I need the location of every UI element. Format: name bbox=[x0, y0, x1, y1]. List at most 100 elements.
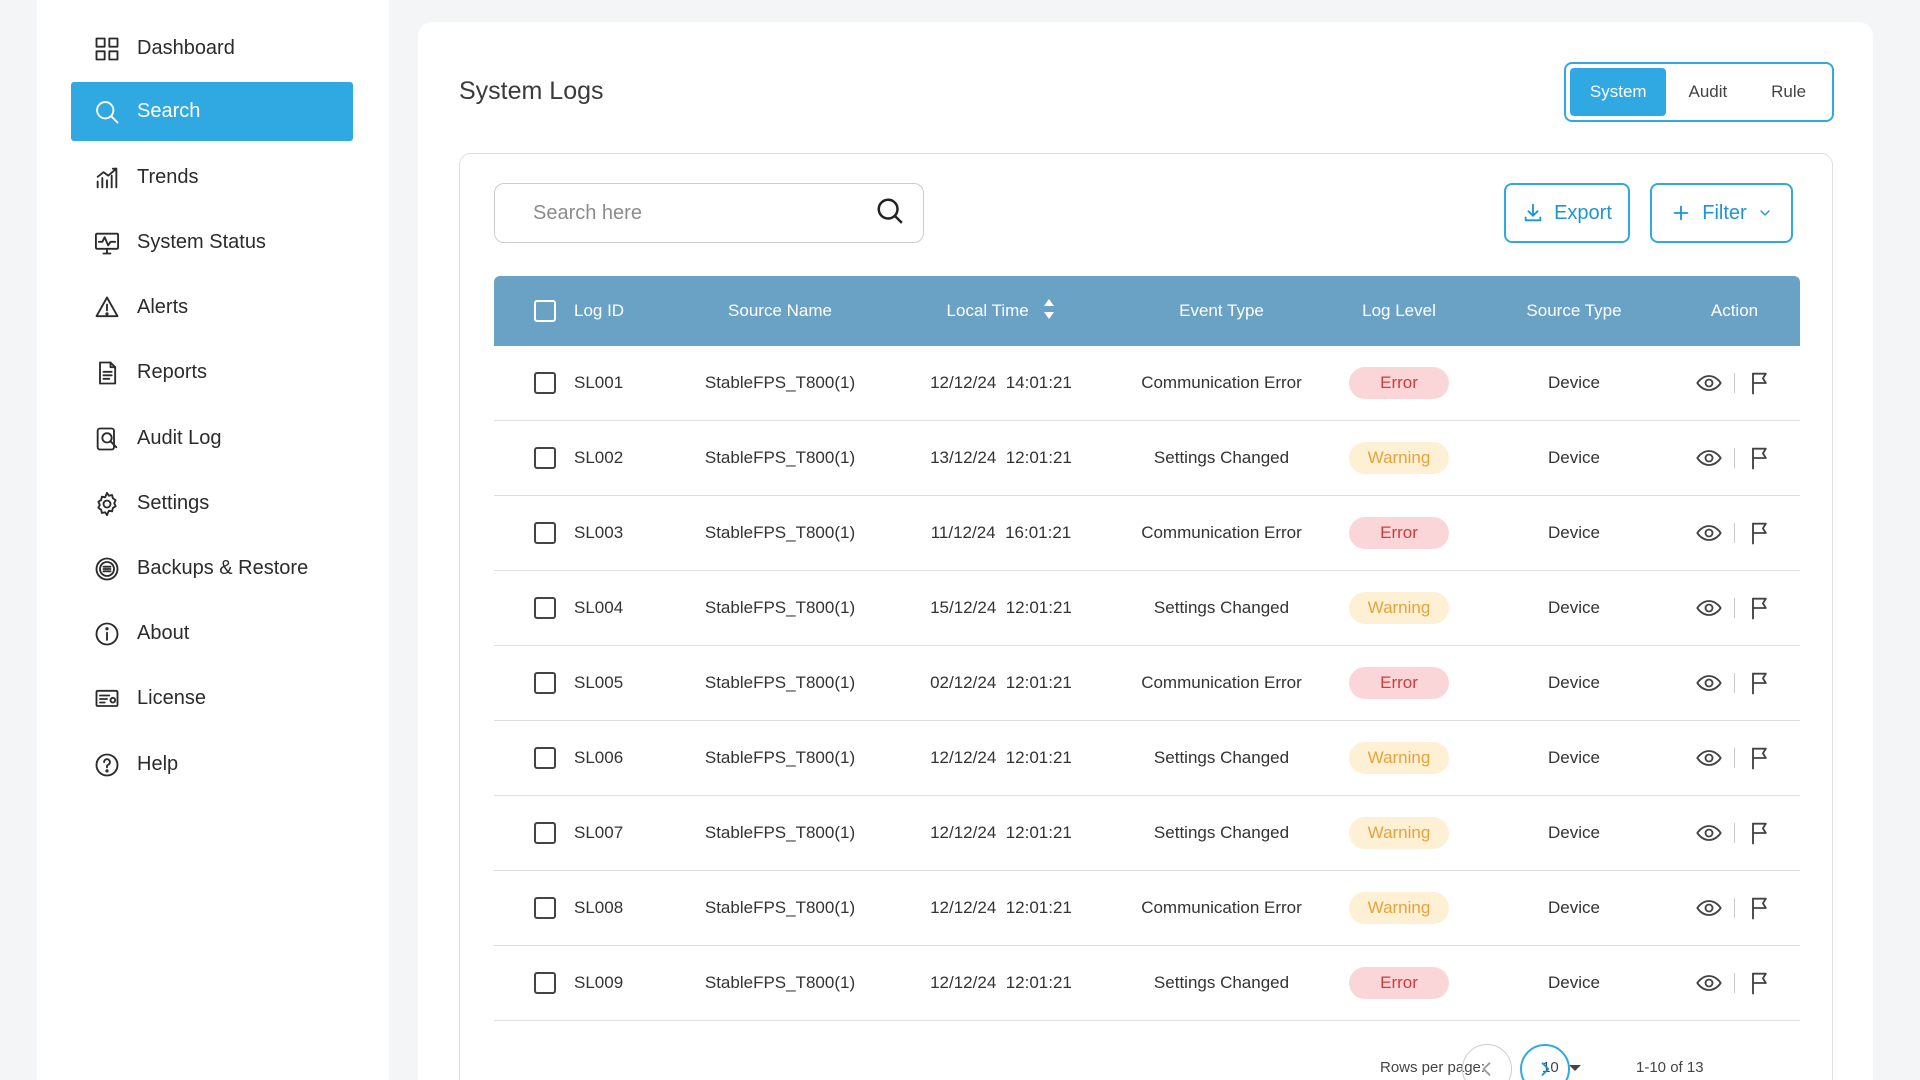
table-row[interactable]: SL002 StableFPS_T800(1) 13/12/24 12:01:21 S… bbox=[494, 421, 1800, 496]
sidebar-item-trends[interactable]: Trends bbox=[71, 148, 353, 207]
log-id: SL009 bbox=[574, 973, 624, 992]
source-type: Device bbox=[1548, 523, 1600, 542]
export-label: Export bbox=[1554, 201, 1612, 224]
tab-rule[interactable]: Rule bbox=[1749, 68, 1828, 116]
action-divider bbox=[1734, 448, 1735, 468]
action-divider bbox=[1734, 523, 1735, 543]
row-checkbox[interactable] bbox=[534, 672, 556, 694]
sidebar-item-reports[interactable]: Reports bbox=[71, 343, 353, 402]
eye-icon[interactable] bbox=[1694, 818, 1724, 848]
row-checkbox[interactable] bbox=[534, 897, 556, 919]
source-name: StableFPS_T800(1) bbox=[704, 748, 856, 767]
row-checkbox[interactable] bbox=[534, 372, 556, 394]
source-name: StableFPS_T800(1) bbox=[704, 448, 856, 467]
flag-icon[interactable] bbox=[1745, 743, 1775, 773]
sidebar-item-label: Dashboard bbox=[137, 37, 235, 59]
table-row[interactable]: SL006 StableFPS_T800(1) 12/12/24 12:01:21 S… bbox=[494, 721, 1800, 796]
prev-page-button[interactable] bbox=[1462, 1044, 1512, 1080]
chevron-right-icon bbox=[1541, 1062, 1550, 1076]
tab-system[interactable]: System bbox=[1570, 68, 1667, 116]
flag-icon[interactable] bbox=[1745, 593, 1775, 623]
log-level-badge: Error bbox=[1349, 367, 1449, 399]
log-level-badge: Warning bbox=[1349, 892, 1449, 924]
row-checkbox[interactable] bbox=[534, 597, 556, 619]
source-name: StableFPS_T800(1) bbox=[704, 898, 856, 917]
sidebar-item-system-status[interactable]: System Status bbox=[71, 213, 353, 272]
filter-button[interactable]: Filter bbox=[1650, 183, 1793, 243]
flag-icon[interactable] bbox=[1745, 443, 1775, 473]
table-row[interactable]: SL003 StableFPS_T800(1) 11/12/24 16:01:21 C… bbox=[494, 496, 1800, 571]
sidebar-item-license[interactable]: License bbox=[71, 669, 353, 728]
table-header: Log ID Source Name Local Time Event Type… bbox=[494, 276, 1800, 346]
event-type: Communication Error bbox=[1141, 673, 1302, 692]
plus-icon bbox=[1673, 205, 1689, 221]
table-row[interactable]: SL008 StableFPS_T800(1) 12/12/24 12:01:21 C… bbox=[494, 871, 1800, 946]
source-type: Device bbox=[1548, 898, 1600, 917]
log-level-badge: Error bbox=[1349, 967, 1449, 999]
eye-icon[interactable] bbox=[1694, 368, 1724, 398]
eye-icon[interactable] bbox=[1694, 518, 1724, 548]
log-id: SL005 bbox=[574, 673, 624, 692]
eye-icon[interactable] bbox=[1694, 893, 1724, 923]
local-time: 12/12/24 12:01:21 bbox=[930, 973, 1072, 992]
search-icon[interactable] bbox=[875, 196, 905, 231]
sort-icon[interactable] bbox=[1043, 298, 1055, 325]
eye-icon[interactable] bbox=[1694, 668, 1724, 698]
flag-icon[interactable] bbox=[1745, 893, 1775, 923]
sidebar-item-label: System Status bbox=[137, 231, 266, 253]
row-checkbox[interactable] bbox=[534, 822, 556, 844]
table-row[interactable]: SL004 StableFPS_T800(1) 15/12/24 12:01:21 S… bbox=[494, 571, 1800, 646]
row-checkbox[interactable] bbox=[534, 747, 556, 769]
eye-icon[interactable] bbox=[1694, 743, 1724, 773]
row-checkbox[interactable] bbox=[534, 972, 556, 994]
action-divider bbox=[1734, 748, 1735, 768]
next-page-button[interactable] bbox=[1520, 1044, 1570, 1080]
eye-icon[interactable] bbox=[1694, 593, 1724, 623]
table-row[interactable]: SL009 StableFPS_T800(1) 12/12/24 12:01:21 S… bbox=[494, 946, 1800, 1021]
sidebar-item-search[interactable]: Search bbox=[71, 82, 353, 141]
row-checkbox[interactable] bbox=[534, 447, 556, 469]
eye-icon[interactable] bbox=[1694, 968, 1724, 998]
caret-down-icon bbox=[1568, 1064, 1581, 1071]
flag-icon[interactable] bbox=[1745, 518, 1775, 548]
source-name: StableFPS_T800(1) bbox=[704, 823, 856, 842]
flag-icon[interactable] bbox=[1745, 968, 1775, 998]
search-input[interactable] bbox=[533, 201, 875, 225]
event-type: Communication Error bbox=[1141, 523, 1302, 542]
table-row[interactable]: SL007 StableFPS_T800(1) 12/12/24 12:01:21 S… bbox=[494, 796, 1800, 871]
sidebar: Dashboard Search Trends System Status Alerts… bbox=[37, 0, 389, 1080]
action-divider bbox=[1734, 373, 1735, 393]
export-button[interactable]: Export bbox=[1504, 183, 1630, 243]
eye-icon[interactable] bbox=[1694, 443, 1724, 473]
log-level-badge: Warning bbox=[1349, 442, 1449, 474]
page-title: System Logs bbox=[459, 77, 604, 105]
log-id: SL002 bbox=[574, 448, 624, 467]
header-log-id: Log ID bbox=[574, 301, 625, 320]
flag-icon[interactable] bbox=[1745, 668, 1775, 698]
sidebar-item-dashboard[interactable]: Dashboard bbox=[71, 19, 353, 78]
sidebar-item-audit-log[interactable]: Audit Log bbox=[71, 409, 353, 468]
local-time: 12/12/24 12:01:21 bbox=[930, 823, 1072, 842]
log-id: SL007 bbox=[574, 823, 624, 842]
flag-icon[interactable] bbox=[1745, 368, 1775, 398]
row-checkbox[interactable] bbox=[534, 522, 556, 544]
table-row[interactable]: SL001 StableFPS_T800(1) 12/12/24 14:01:21 C… bbox=[494, 346, 1800, 421]
tab-audit[interactable]: Audit bbox=[1668, 68, 1747, 116]
table-row[interactable]: SL005 StableFPS_T800(1) 02/12/24 12:01:21 C… bbox=[494, 646, 1800, 721]
sidebar-item-settings[interactable]: Settings bbox=[71, 474, 353, 533]
sidebar-item-about[interactable]: About bbox=[71, 604, 353, 663]
event-type: Communication Error bbox=[1141, 373, 1302, 392]
header-source-name: Source Name bbox=[728, 301, 832, 320]
sidebar-item-alerts[interactable]: Alerts bbox=[71, 278, 353, 337]
sidebar-item-help[interactable]: Help bbox=[71, 735, 353, 794]
header-local-time[interactable]: Local Time bbox=[878, 298, 1124, 325]
filter-label: Filter bbox=[1702, 201, 1747, 224]
source-type: Device bbox=[1548, 598, 1600, 617]
sidebar-item-backups-restore[interactable]: Backups & Restore bbox=[71, 539, 353, 598]
search-box bbox=[494, 183, 924, 243]
local-time: 13/12/24 12:01:21 bbox=[930, 448, 1072, 467]
select-all-checkbox[interactable] bbox=[534, 300, 556, 322]
event-type: Settings Changed bbox=[1153, 598, 1290, 617]
flag-icon[interactable] bbox=[1745, 818, 1775, 848]
sidebar-item-label: License bbox=[137, 687, 206, 709]
